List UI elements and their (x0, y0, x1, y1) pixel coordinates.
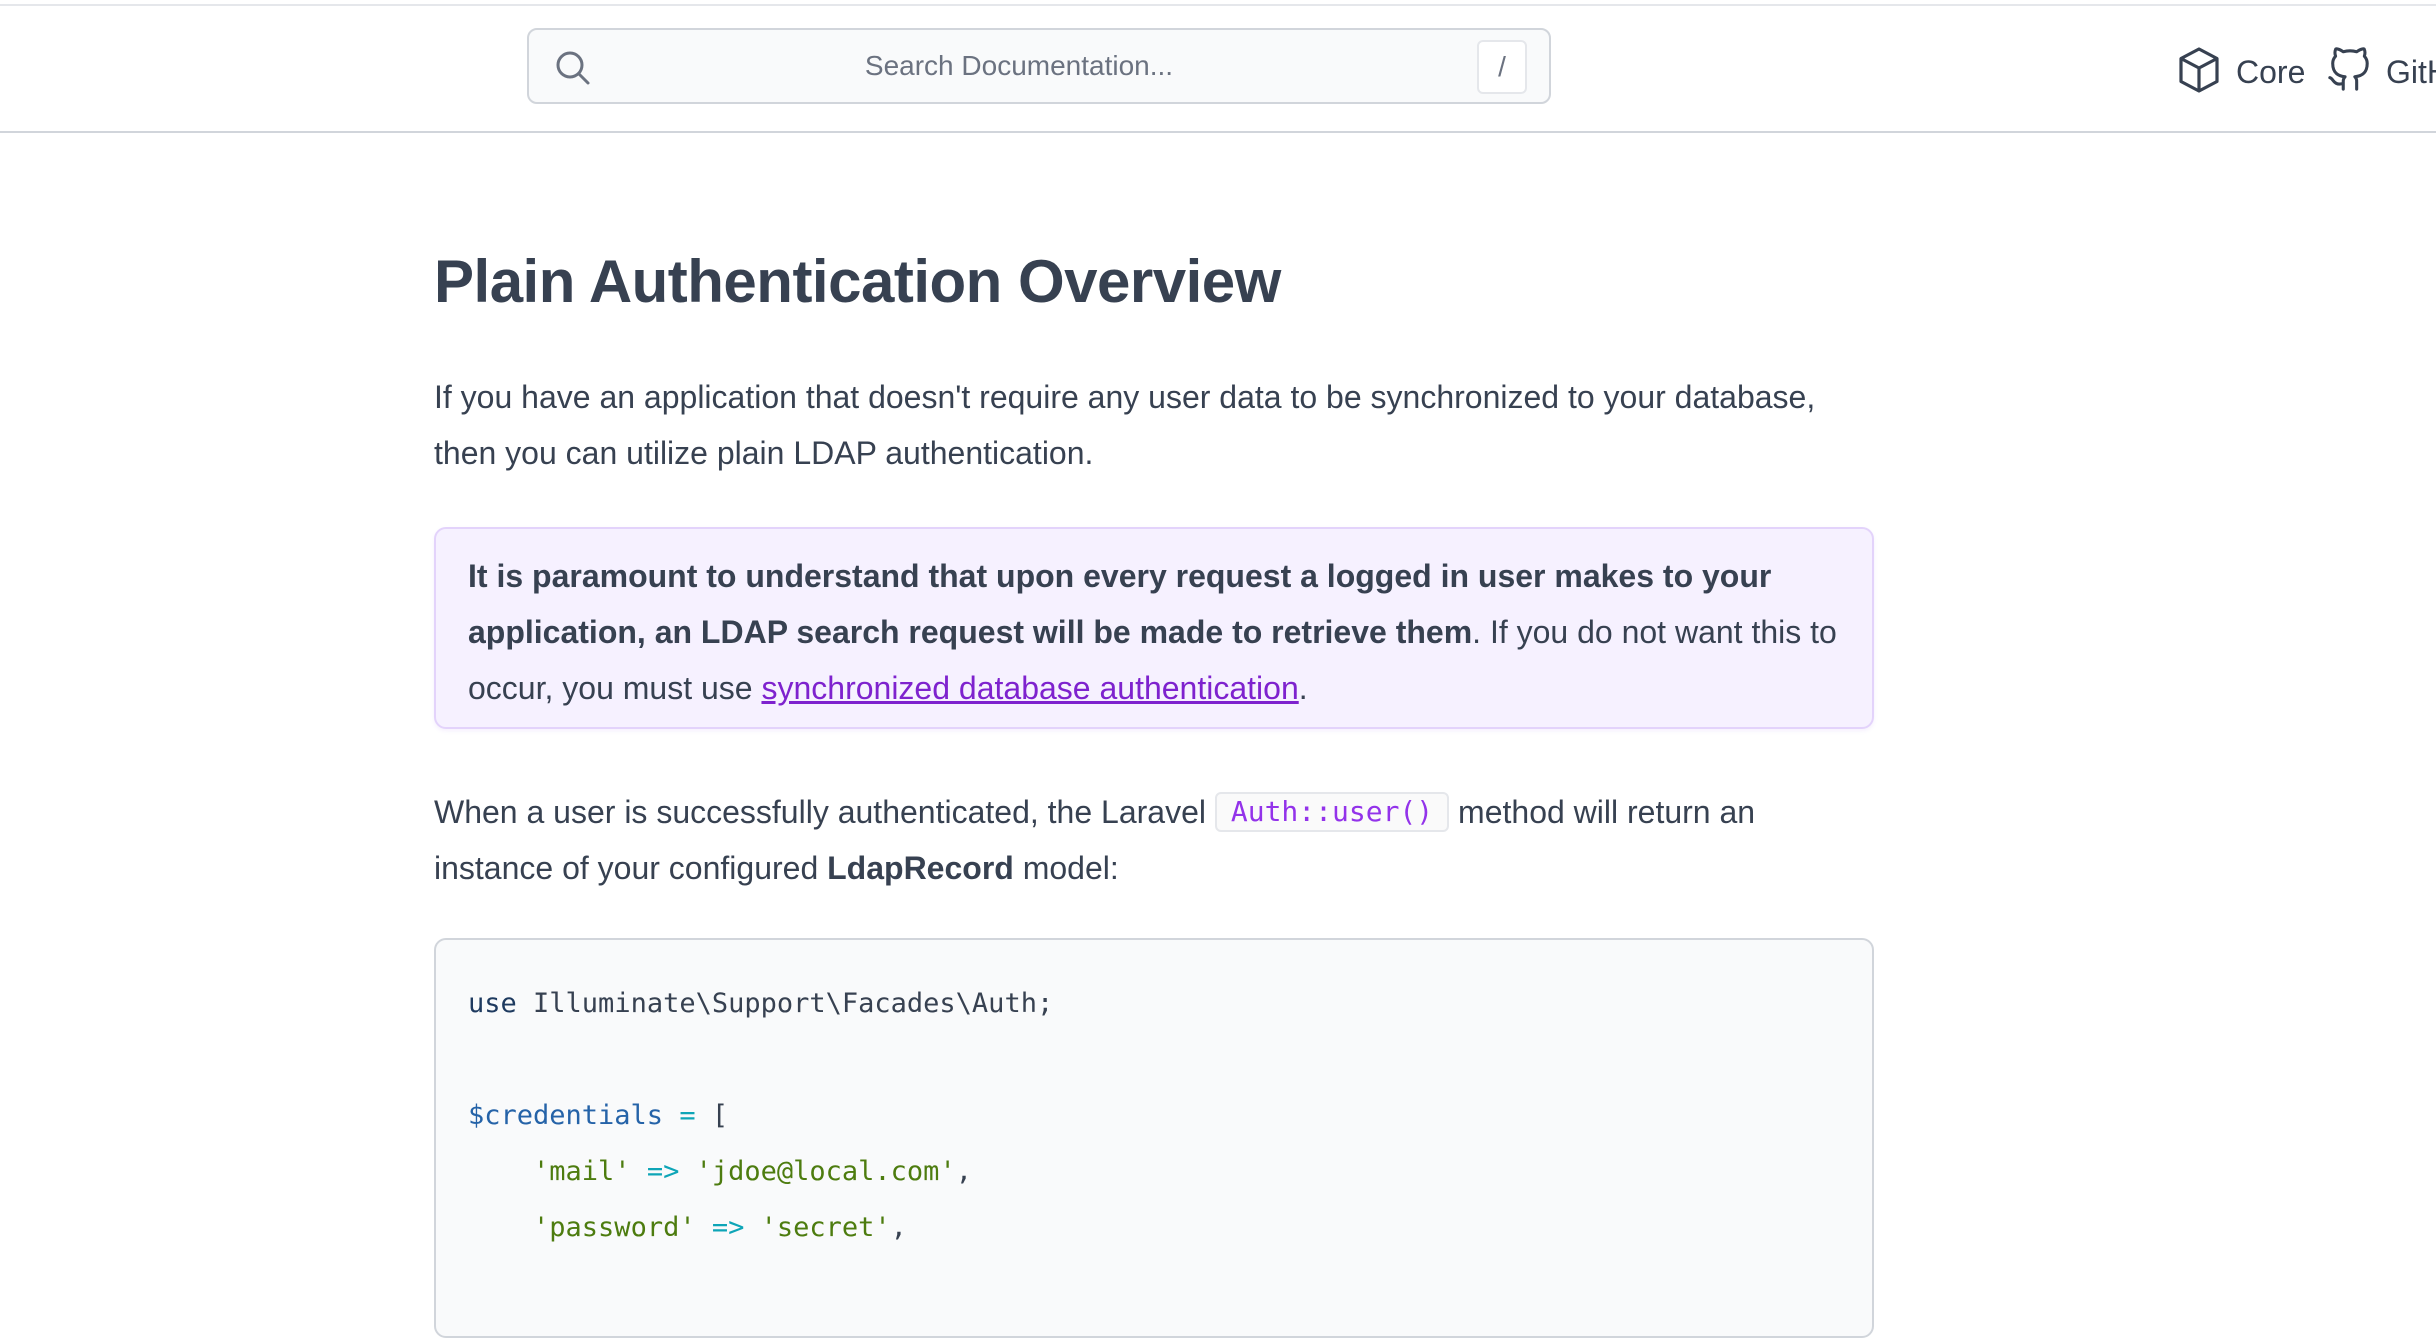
para2-before: When a user is successfully authenticate… (434, 794, 1215, 830)
code-string: 'password' (533, 1212, 696, 1243)
nav-link-github-label: GitHub (2386, 53, 2436, 90)
callout-note: It is paramount to understand that upon … (434, 527, 1874, 729)
intro-paragraph: If you have an application that doesn't … (434, 379, 1816, 471)
code-text: Illuminate\Support\Facades\Auth; (516, 988, 1054, 1019)
search-icon (553, 48, 593, 88)
site-header: / Core GitHub (0, 6, 2436, 133)
callout-end: . (1298, 670, 1308, 706)
auth-user-paragraph: When a user is successfully authenticate… (434, 784, 1854, 896)
code-string: 'jdoe@local.com' (695, 1156, 956, 1187)
page-title: Plain Authentication Overview (434, 248, 1281, 315)
code-text: , (955, 1156, 972, 1187)
search-bar[interactable]: / (527, 28, 1551, 104)
inline-code-auth-user: Auth::user() (1214, 792, 1450, 832)
para2-end: model: (1013, 850, 1119, 886)
code-string: 'mail' (533, 1156, 631, 1187)
nav-link-github[interactable]: GitHub (2326, 42, 2436, 102)
code-operator: => (695, 1212, 761, 1243)
code-variable: $credentials (468, 1100, 664, 1131)
search-shortcut-key: / (1477, 40, 1527, 94)
code-text: , (890, 1212, 907, 1243)
nav-link-core-label: Core (2236, 53, 2306, 90)
code-block[interactable]: use Illuminate\Support\Facades\Auth; $cr… (434, 938, 1874, 1338)
code-text: [ (711, 1100, 729, 1131)
code-operator: = (663, 1100, 712, 1131)
nav-link-core[interactable]: Core (2176, 42, 2305, 102)
cube-icon (2176, 45, 2222, 100)
code-string: 'secret' (760, 1212, 891, 1243)
code-keyword: use (468, 988, 517, 1019)
code-operator: => (630, 1156, 696, 1187)
github-icon (2326, 45, 2372, 100)
search-input[interactable] (609, 30, 1429, 102)
para2-bold: LdapRecord (827, 850, 1014, 886)
synchronized-auth-link[interactable]: synchronized database authentication (761, 670, 1298, 706)
